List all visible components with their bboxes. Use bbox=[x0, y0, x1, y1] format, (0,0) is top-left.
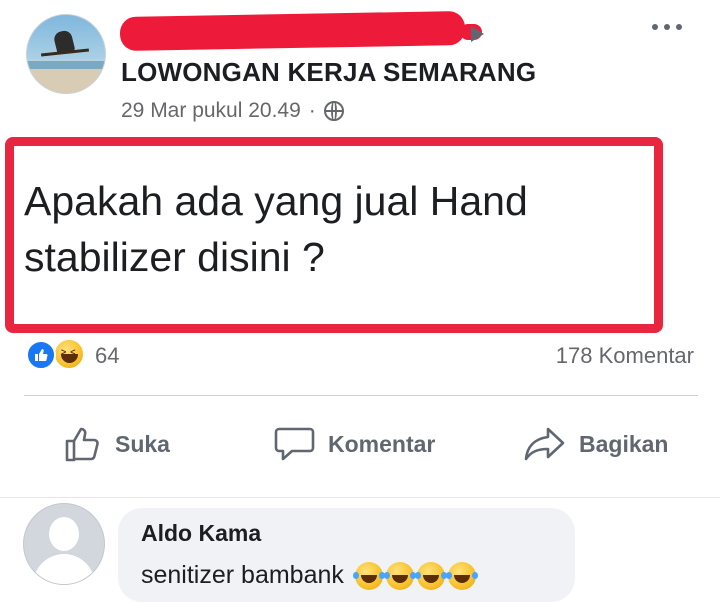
page-avatar[interactable] bbox=[26, 14, 106, 94]
like-icon[interactable] bbox=[26, 340, 56, 370]
avatar-sand bbox=[27, 69, 105, 93]
comment-button[interactable]: Komentar bbox=[274, 424, 435, 464]
post-timestamp[interactable]: 29 Mar pukul 20.49 bbox=[121, 99, 301, 123]
comment-text-row: senitizer bambank bbox=[141, 561, 478, 590]
reaction-count[interactable]: 64 bbox=[95, 343, 119, 369]
redacted-author-name bbox=[119, 10, 466, 52]
post-text: Apakah ada yang jual Hand stabilizer dis… bbox=[24, 178, 528, 280]
haha-mouth bbox=[61, 354, 78, 363]
like-label: Suka bbox=[115, 430, 170, 457]
thumbs-up-icon bbox=[65, 427, 99, 462]
divider bbox=[0, 497, 720, 498]
share-label: Bagikan bbox=[579, 430, 669, 457]
tears-of-joy-icon bbox=[352, 561, 385, 590]
share-button[interactable]: Bagikan bbox=[523, 424, 668, 464]
speech-bubble-icon bbox=[274, 427, 315, 461]
avatar-sea bbox=[27, 61, 105, 69]
dot bbox=[664, 24, 670, 30]
tears-of-joy-icon bbox=[383, 561, 416, 590]
share-arrow-icon bbox=[524, 427, 565, 461]
dot bbox=[676, 24, 682, 30]
tears-of-joy-icon bbox=[414, 561, 447, 590]
commenter-name[interactable]: Aldo Kama bbox=[141, 520, 261, 547]
dot bbox=[652, 24, 658, 30]
more-options-icon[interactable] bbox=[652, 20, 688, 34]
tears-of-joy-icon bbox=[445, 561, 478, 590]
avatar-head-silhouette bbox=[49, 517, 79, 551]
globe-icon bbox=[323, 101, 344, 121]
meta-separator: · bbox=[308, 99, 316, 122]
thumbs-up-glyph bbox=[35, 349, 48, 361]
comment-label: Komentar bbox=[328, 430, 436, 457]
comment-text: senitizer bambank bbox=[141, 561, 344, 589]
divider bbox=[24, 395, 698, 396]
avatar-body-silhouette bbox=[33, 554, 95, 584]
like-button[interactable]: Suka bbox=[63, 424, 170, 464]
group-name-link[interactable]: LOWONGAN KERJA SEMARANG bbox=[121, 57, 536, 88]
arrow-right-icon bbox=[471, 26, 484, 42]
commenter-avatar[interactable] bbox=[23, 503, 105, 585]
haha-icon[interactable]: >< bbox=[53, 338, 85, 370]
post-meta: 29 Mar pukul 20.49 · bbox=[121, 99, 344, 123]
comment-count[interactable]: 178 Komentar bbox=[556, 343, 694, 369]
